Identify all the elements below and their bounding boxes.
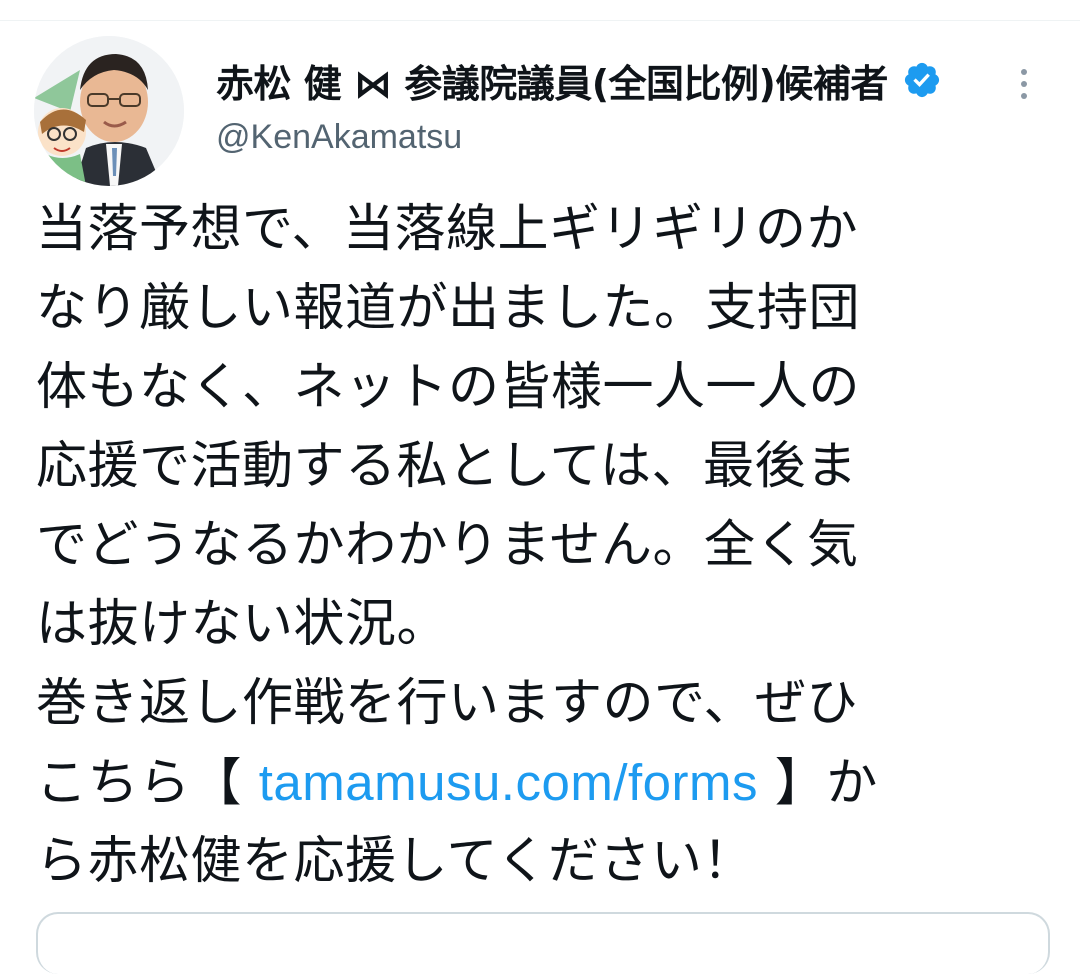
display-name[interactable]: 赤松 健 ⋈ 参議院議員(全国比例)候補者 (216, 53, 888, 108)
tweet-header: 赤松 健 ⋈ 参議院議員(全国比例)候補者 @KenAkamatsu (0, 30, 1080, 190)
tweet-text-line: 当落予想で、当落線上ギリギリのか (36, 200, 858, 259)
tweet-text-line-with-link: こちら【 tamamusu.com/forms 】か (36, 743, 1046, 822)
tweet-text-line: は抜けない状況。 (36, 595, 449, 654)
top-divider (0, 20, 1080, 21)
tweet-text-line: 応援で活動する私としては、最後ま (36, 437, 858, 496)
avatar-illustration (34, 36, 184, 186)
verified-badge-icon (904, 62, 940, 98)
avatar[interactable] (34, 36, 184, 186)
more-options-icon-dot (1021, 93, 1027, 99)
tweet-text-line: でどうなるかわかりません。全く気 (36, 516, 859, 575)
more-options-button[interactable] (1006, 56, 1042, 112)
link-prefix-text: こちら【 (36, 754, 259, 813)
tweet-text-line: 体もなく、ネットの皆様一人一人の (36, 358, 861, 417)
embedded-card[interactable] (36, 912, 1050, 974)
author-info: 赤松 健 ⋈ 参議院議員(全国比例)候補者 @KenAkamatsu (216, 50, 996, 157)
forms-link[interactable]: tamamusu.com/forms (259, 754, 758, 811)
user-handle[interactable]: @KenAkamatsu (216, 118, 996, 157)
name-row: 赤松 健 ⋈ 参議院議員(全国比例)候補者 (216, 50, 996, 110)
more-options-icon-dot (1021, 81, 1027, 87)
tweet-text-line: なり厳しい報道が出ました。支持団 (36, 279, 861, 338)
more-options-icon-dot (1021, 69, 1027, 75)
link-suffix-text: 】か (758, 754, 878, 813)
tweet-text-line: 巻き返し作戦を行いますので、ぜひ (36, 674, 858, 733)
tweet-text-line: ら赤松健を応援してください！ (36, 832, 754, 891)
tweet-text: 当落予想で、当落線上ギリギリのか なり厳しい報道が出ました。支持団 体もなく、ネ… (36, 190, 1046, 901)
